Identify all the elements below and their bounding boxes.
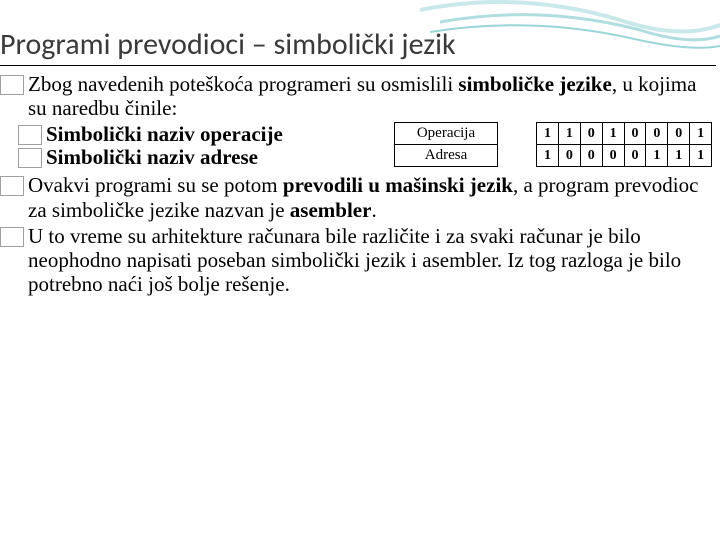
label-adresa: Adresa xyxy=(394,145,498,167)
bit-cell: 1 xyxy=(646,145,668,167)
bit-cell: 1 xyxy=(668,145,690,167)
bullet-3-text: U to vreme su arhitekture računara bile … xyxy=(28,224,714,296)
bit-cell: 1 xyxy=(690,122,712,145)
bit-cell: 1 xyxy=(559,122,581,145)
bullet-marker-icon xyxy=(18,148,42,168)
bullet-marker-icon xyxy=(18,125,42,145)
bullet-2-text: Ovakvi programi su se potom prevodili u … xyxy=(28,173,714,221)
bit-cell: 0 xyxy=(581,122,603,145)
bit-cell: 0 xyxy=(646,122,668,145)
bit-cell: 0 xyxy=(668,122,690,145)
bit-cell: 1 xyxy=(603,122,625,145)
bit-cell: 0 xyxy=(625,122,647,145)
bullet-marker-icon xyxy=(0,176,24,196)
bullet-3: U to vreme su arhitekture računara bile … xyxy=(0,224,714,296)
bullet-1-text: Zbog navedenih poteškoća programeri su o… xyxy=(28,72,714,120)
bits-grid: 1 1 0 1 0 0 0 1 1 0 0 0 0 1 1 1 xyxy=(536,122,712,167)
bit-cell: 1 xyxy=(690,145,712,167)
bits-row-1: 1 1 0 1 0 0 0 1 xyxy=(536,122,712,145)
slide-body: Zbog navedenih poteškoća programeri su o… xyxy=(0,72,720,296)
bullet-2: Ovakvi programi su se potom prevodili u … xyxy=(0,173,714,221)
bits-row-2: 1 0 0 0 0 1 1 1 xyxy=(536,145,712,167)
label-column: Operacija Adresa xyxy=(394,122,498,167)
bit-cell: 0 xyxy=(559,145,581,167)
bit-cell: 0 xyxy=(581,145,603,167)
bit-cell: 1 xyxy=(536,122,559,145)
bullet-marker-icon xyxy=(0,227,24,247)
bit-cell: 0 xyxy=(603,145,625,167)
bit-cell: 1 xyxy=(536,145,559,167)
bullet-marker-icon xyxy=(0,75,24,95)
bit-cell: 0 xyxy=(625,145,647,167)
label-operacija: Operacija xyxy=(394,122,498,145)
sub-bullet-2-text: Simbolički naziv adrese xyxy=(46,145,394,169)
slide-title: Programi prevodioci – simbolički jezik xyxy=(0,0,716,66)
bullet-1: Zbog navedenih poteškoća programeri su o… xyxy=(0,72,714,120)
